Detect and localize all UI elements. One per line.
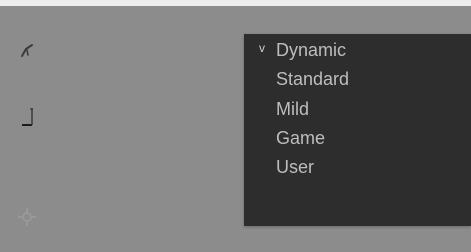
menu-item-game[interactable]: Game: [244, 124, 471, 153]
menu-item-label: Standard: [276, 69, 350, 89]
menu-item-label: Game: [276, 128, 326, 148]
ruler-corner-icon[interactable]: [14, 104, 40, 130]
settings-cluster-icon[interactable]: [14, 204, 40, 230]
menu-item-user[interactable]: User: [244, 153, 471, 182]
menu-item-label: Mild: [276, 99, 310, 119]
top-bar: [0, 0, 471, 6]
checkmark-icon: v: [259, 41, 265, 55]
menu-item-dynamic[interactable]: v Dynamic: [244, 36, 471, 65]
menu-item-label: Dynamic: [276, 40, 347, 60]
menu-item-label: User: [276, 157, 315, 177]
menu-item-mild[interactable]: Mild: [244, 95, 471, 124]
menu-item-standard[interactable]: Standard: [244, 65, 471, 94]
picture-mode-menu: v Dynamic Standard Mild Game User: [244, 34, 471, 226]
brush-icon[interactable]: [14, 38, 40, 64]
